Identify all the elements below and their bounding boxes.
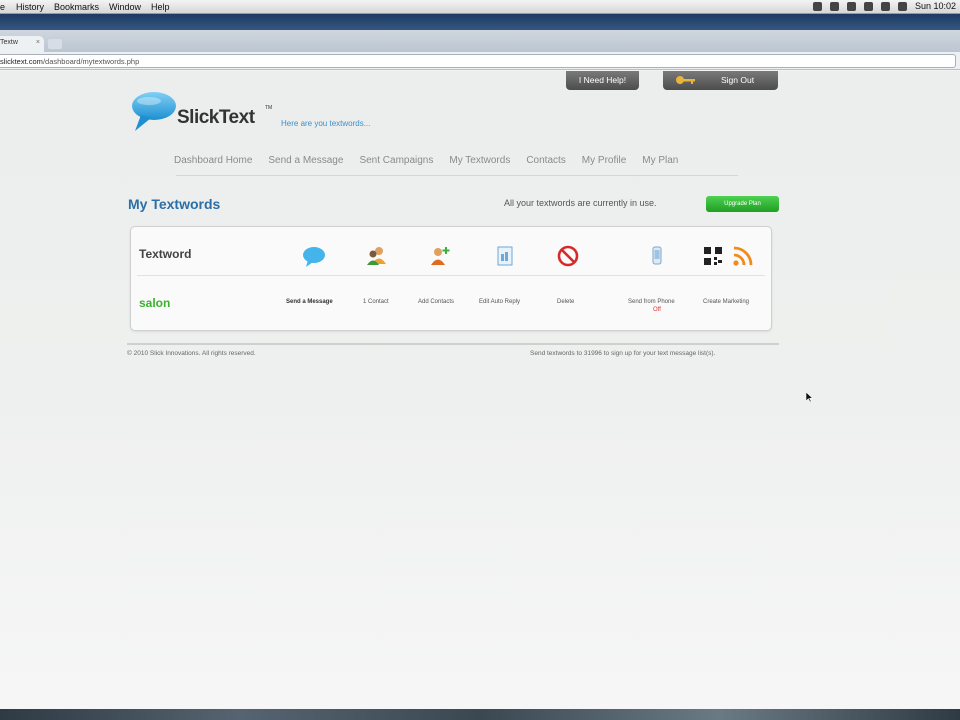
- textword-name[interactable]: salon: [139, 296, 170, 310]
- nav-my-textwords[interactable]: My Textwords: [449, 155, 510, 175]
- contact-icon: [367, 247, 386, 265]
- browser-tabbar: Textw ×: [0, 30, 960, 52]
- key-icon: [676, 76, 695, 84]
- no-entry-icon: [557, 245, 579, 267]
- textword-column-header: Textword: [139, 247, 192, 261]
- browser-toolbar: slicktext.com/dashboard/mytextwords.php: [0, 52, 960, 70]
- table-row-divider: [137, 275, 765, 276]
- nav-my-plan[interactable]: My Plan: [642, 155, 678, 175]
- menu-window[interactable]: Window: [109, 2, 141, 12]
- copyright-text: © 2010 Slick Innovations. All rights res…: [127, 350, 256, 357]
- menu-history[interactable]: History: [16, 2, 44, 12]
- browser-tab[interactable]: Textw ×: [0, 36, 44, 52]
- send-message-link[interactable]: Send a Message: [286, 299, 333, 305]
- slicktext-logo[interactable]: SlickText TM: [127, 91, 287, 136]
- sign-out-button[interactable]: Sign Out: [663, 71, 778, 90]
- rss-icon: [733, 246, 753, 266]
- mouse-cursor-icon: [806, 392, 814, 402]
- phone-icon: [652, 246, 662, 265]
- bluetooth-icon[interactable]: [863, 1, 873, 11]
- signup-instructions: Send textwords to 31996 to sign up for y…: [530, 350, 716, 357]
- logo-wordmark: SlickText: [177, 107, 255, 128]
- nav-dashboard-home[interactable]: Dashboard Home: [174, 155, 252, 175]
- add-contact-icon: [431, 247, 450, 265]
- create-marketing-link[interactable]: Create Marketing: [703, 299, 749, 305]
- battery-icon[interactable]: [846, 1, 856, 11]
- nav-sent-campaigns[interactable]: Sent Campaigns: [359, 155, 433, 175]
- send-from-phone-status[interactable]: Off: [653, 307, 661, 313]
- speech-bubble-icon: [303, 247, 325, 267]
- desktop-dock-area: [0, 709, 960, 720]
- menubar-status: Sun 10:02: [812, 1, 956, 11]
- main-nav: Dashboard Home Send a Message Sent Campa…: [174, 155, 744, 175]
- qr-code-icon: [704, 247, 722, 265]
- textword-status-message: All your textwords are currently in use.: [504, 198, 657, 208]
- tab-close-icon[interactable]: ×: [36, 39, 40, 46]
- logo-bubble-icon: [132, 92, 176, 131]
- need-help-button[interactable]: I Need Help!: [566, 71, 639, 90]
- desktop-background: [0, 14, 960, 30]
- tab-title: Textw: [0, 39, 18, 46]
- page: I Need Help! Sign Out SlickText TM Here …: [0, 71, 960, 709]
- document-icon: [497, 246, 513, 266]
- textwords-table: Textword salon Send a Message 1 Contact …: [130, 226, 772, 331]
- nav-contacts[interactable]: Contacts: [526, 155, 565, 175]
- menu-edit[interactable]: e: [0, 2, 6, 12]
- wifi-icon[interactable]: [880, 1, 890, 11]
- menubar-clock[interactable]: Sun 10:02: [915, 1, 956, 11]
- nav-my-profile[interactable]: My Profile: [582, 155, 626, 175]
- time-machine-icon[interactable]: [829, 1, 839, 11]
- page-title: My Textwords: [128, 196, 221, 212]
- url-host: slicktext.com: [0, 57, 43, 66]
- footer-divider: [127, 343, 779, 345]
- nav-send-message[interactable]: Send a Message: [268, 155, 343, 175]
- url-path: /dashboard/mytextwords.php: [42, 57, 140, 66]
- nav-divider: [176, 175, 738, 176]
- menu-bookmarks[interactable]: Bookmarks: [54, 2, 99, 12]
- send-from-phone-link[interactable]: Send from Phone: [628, 299, 675, 305]
- new-tab-button[interactable]: [48, 39, 62, 49]
- add-contacts-link[interactable]: Add Contacts: [418, 299, 454, 305]
- volume-icon[interactable]: [897, 1, 907, 11]
- tagline: Here are you textwords...: [281, 119, 371, 128]
- contacts-count-link[interactable]: 1 Contact: [363, 299, 389, 305]
- edit-auto-reply-link[interactable]: Edit Auto Reply: [479, 299, 520, 305]
- upgrade-plan-button[interactable]: Upgrade Plan: [706, 196, 779, 212]
- sign-out-label: Sign Out: [721, 75, 755, 85]
- url-bar[interactable]: slicktext.com/dashboard/mytextwords.php: [0, 54, 956, 68]
- os-menubar: e History Bookmarks Window Help Sun 10:0…: [0, 0, 960, 14]
- menu-help[interactable]: Help: [151, 2, 170, 12]
- delete-link[interactable]: Delete: [557, 299, 574, 305]
- logo-trademark: TM: [265, 105, 273, 111]
- dropbox-icon[interactable]: [812, 1, 822, 11]
